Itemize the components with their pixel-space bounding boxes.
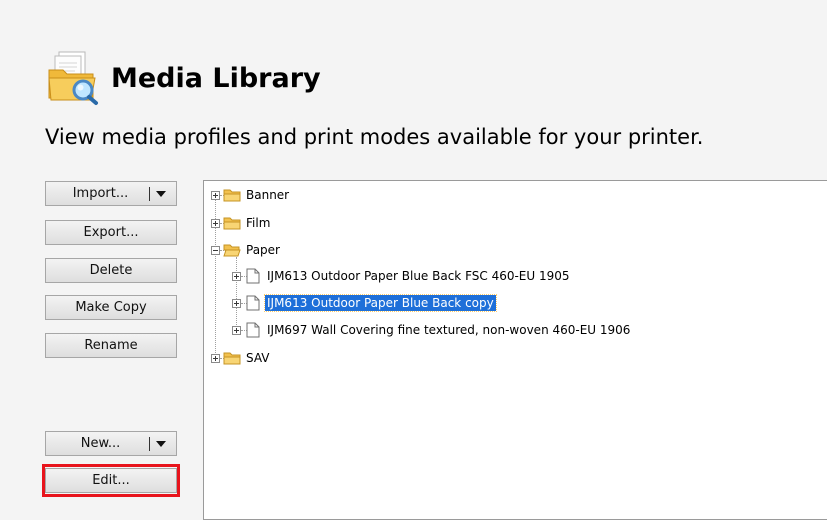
- import-button[interactable]: Import...: [45, 181, 177, 206]
- document-icon: [246, 268, 260, 284]
- delete-button-label: Delete: [89, 263, 133, 278]
- expand-icon[interactable]: [211, 190, 220, 200]
- tree-item-label: Banner: [246, 188, 290, 202]
- tree-item-label: SAV: [246, 351, 270, 365]
- folder-icon: [223, 216, 241, 230]
- media-tree[interactable]: Banner Film Paper IJM613 Outdoor Paper B…: [203, 180, 827, 520]
- new-button-label: New...: [80, 436, 121, 451]
- tree-item-banner[interactable]: Banner: [211, 186, 291, 204]
- page-subtitle: View media profiles and print modes avai…: [45, 125, 704, 149]
- import-button-label: Import...: [72, 186, 129, 201]
- tree-item-label: IJM613 Outdoor Paper Blue Back FSC 460-E…: [267, 269, 570, 283]
- expand-icon[interactable]: [232, 298, 241, 308]
- tree-item-media-profile[interactable]: IJM697 Wall Covering fine textured, non-…: [232, 321, 632, 339]
- folder-icon: [223, 351, 241, 365]
- rename-button-label: Rename: [84, 338, 138, 353]
- tree-item-media-profile-selected[interactable]: IJM613 Outdoor Paper Blue Back copy: [232, 294, 497, 312]
- expand-icon[interactable]: [232, 325, 241, 335]
- document-icon: [246, 322, 260, 338]
- expand-icon[interactable]: [232, 271, 241, 281]
- split-separator: [149, 186, 150, 201]
- tree-item-label: Paper: [246, 243, 280, 257]
- chevron-down-icon[interactable]: [156, 440, 166, 447]
- document-icon: [246, 295, 260, 311]
- split-separator: [149, 436, 150, 451]
- header: Media Library: [45, 48, 321, 106]
- tree-item-film[interactable]: Film: [211, 214, 272, 232]
- collapse-icon[interactable]: [211, 245, 220, 255]
- delete-button[interactable]: Delete: [45, 258, 177, 283]
- page-title: Media Library: [111, 62, 321, 94]
- tree-item-media-profile[interactable]: IJM613 Outdoor Paper Blue Back FSC 460-E…: [232, 267, 572, 285]
- tree-item-label: IJM697 Wall Covering fine textured, non-…: [267, 323, 631, 337]
- chevron-down-icon[interactable]: [156, 190, 166, 197]
- tree-item-label: IJM613 Outdoor Paper Blue Back copy: [264, 294, 497, 312]
- tree-item-label: Film: [246, 216, 271, 230]
- make-copy-button-label: Make Copy: [75, 300, 147, 315]
- folder-icon: [223, 188, 241, 202]
- expand-icon[interactable]: [211, 218, 220, 228]
- new-button[interactable]: New...: [45, 431, 177, 456]
- export-button[interactable]: Export...: [45, 220, 177, 245]
- tree-item-sav[interactable]: SAV: [211, 349, 272, 367]
- expand-icon[interactable]: [211, 353, 220, 363]
- open-folder-icon: [223, 243, 241, 257]
- make-copy-button[interactable]: Make Copy: [45, 295, 177, 320]
- edit-button-highlight: [42, 464, 180, 497]
- rename-button[interactable]: Rename: [45, 333, 177, 358]
- export-button-label: Export...: [83, 225, 139, 240]
- media-library-icon: [45, 48, 103, 106]
- tree-item-paper[interactable]: Paper: [211, 241, 282, 259]
